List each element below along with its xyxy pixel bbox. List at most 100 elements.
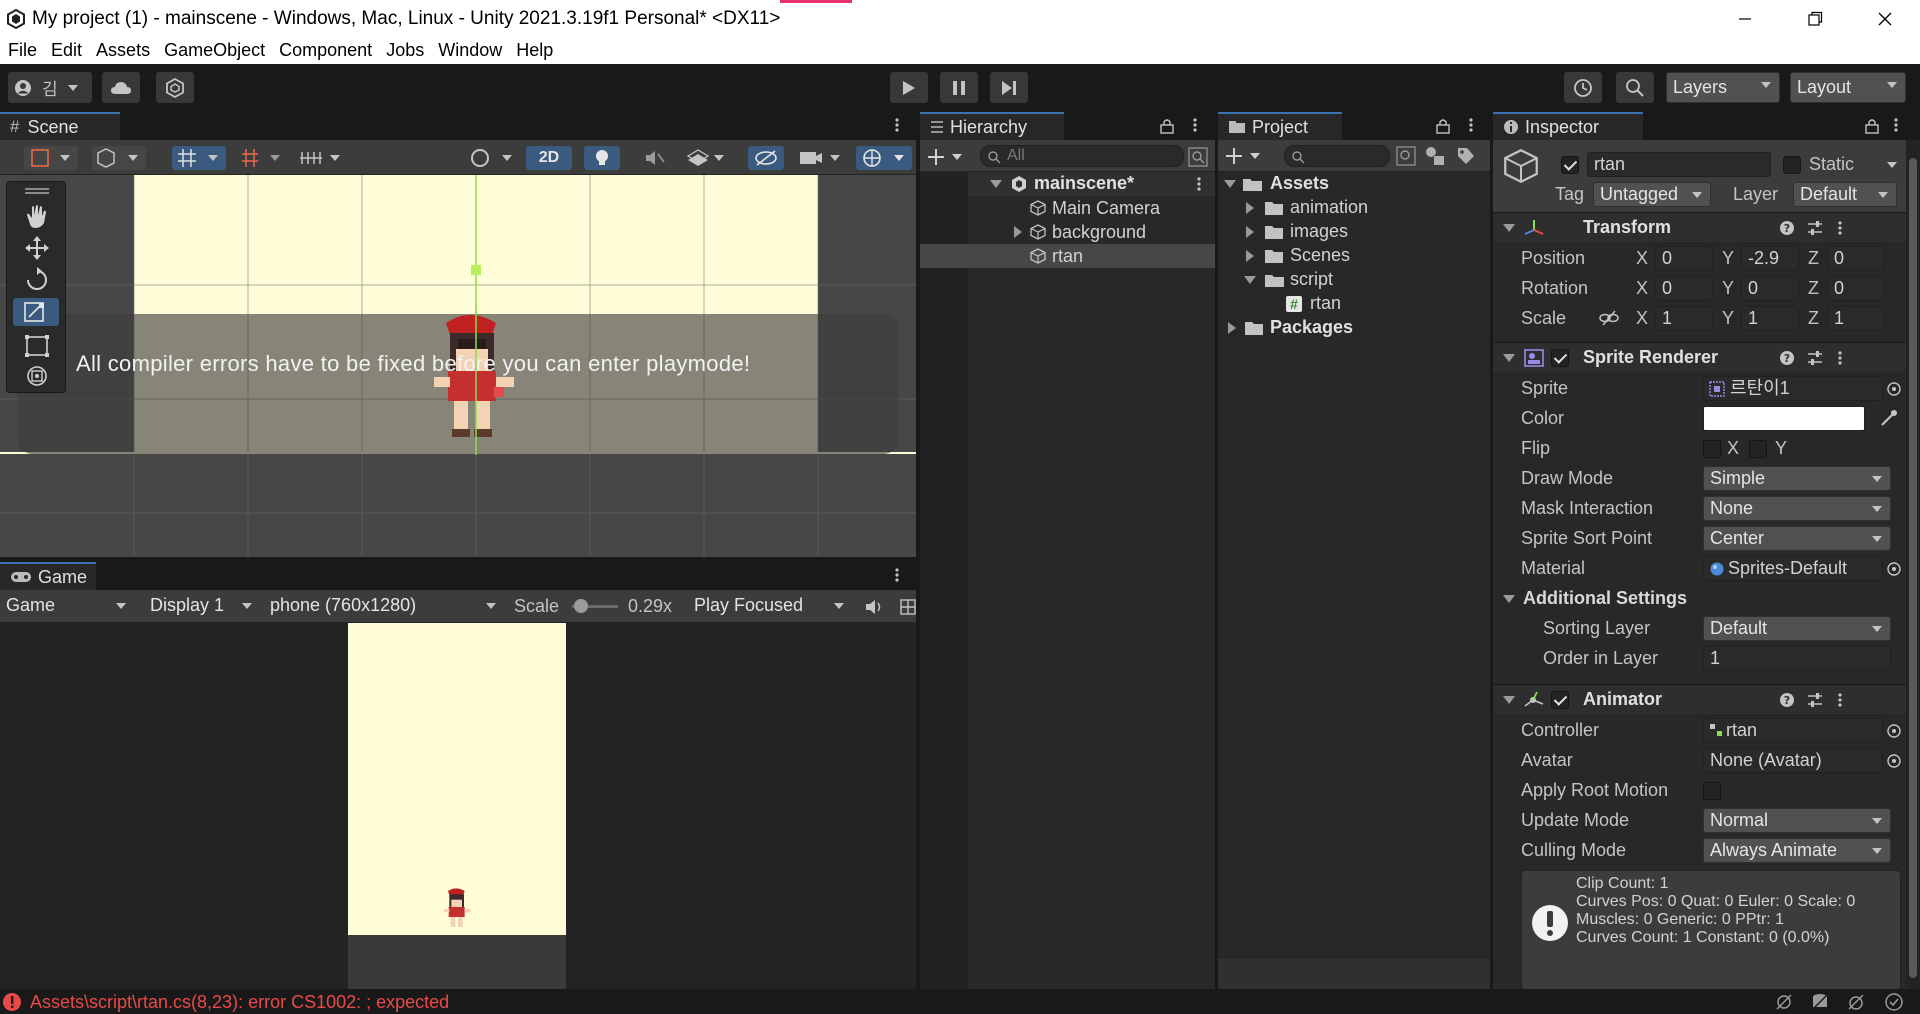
effects-toggle[interactable] [680, 146, 730, 170]
game-menu-icon[interactable] [894, 567, 900, 583]
play-focus-select[interactable]: Play Focused [688, 594, 852, 619]
hierarchy-item-main-camera[interactable]: Main Camera [968, 196, 1215, 220]
project-menu-icon[interactable] [1468, 117, 1474, 133]
shading-mode-button[interactable] [466, 146, 516, 170]
move-tool-icon[interactable] [21, 234, 53, 262]
inspector-scrollbar[interactable] [1906, 140, 1920, 989]
sprite-field[interactable]: 르탄이1 [1703, 376, 1883, 401]
audio-toggle[interactable] [636, 146, 672, 170]
object-name-input[interactable]: rtan [1587, 152, 1771, 177]
object-picker-icon[interactable] [1885, 722, 1903, 740]
static-dropdown-icon[interactable] [1887, 162, 1897, 168]
presets-icon[interactable] [1807, 350, 1823, 366]
packages-expand-icon[interactable] [1228, 322, 1236, 334]
lock-icon[interactable] [1160, 118, 1174, 134]
menu-gameobject[interactable]: GameObject [164, 40, 265, 61]
hierarchy-scene-row[interactable]: mainscene* [968, 172, 1215, 196]
rotation-x-field[interactable]: 0 [1655, 276, 1713, 301]
additional-settings-fold-icon[interactable] [1503, 595, 1515, 603]
eyedropper-icon[interactable] [1879, 408, 1899, 428]
increment-snap-button[interactable] [236, 146, 286, 170]
gizmo-pivot-button[interactable] [92, 146, 146, 170]
menu-edit[interactable]: Edit [51, 40, 82, 61]
project-file-rtan[interactable]: # rtan [1218, 292, 1490, 316]
culling-mode-dropdown[interactable]: Always Animate [1703, 838, 1891, 863]
project-search-box[interactable] [1284, 145, 1390, 167]
project-folder-script[interactable]: script [1218, 268, 1490, 292]
help-icon[interactable]: ? [1779, 350, 1795, 366]
rect-tool-icon[interactable] [21, 332, 53, 360]
animator-fold-icon[interactable] [1503, 696, 1515, 704]
images-expand-icon[interactable] [1246, 226, 1254, 238]
tab-scene[interactable]: # Scene [0, 112, 120, 140]
tab-hierarchy[interactable]: Hierarchy [920, 112, 1064, 140]
scale-slider-thumb[interactable] [574, 599, 588, 613]
rotate-tool-icon[interactable] [21, 266, 53, 294]
scale-tool-button[interactable] [13, 298, 59, 326]
animation-expand-icon[interactable] [1246, 202, 1254, 214]
animator-header[interactable]: Animator ? [1493, 684, 1906, 714]
hand-tool-icon[interactable] [21, 202, 53, 230]
grid-snap-button[interactable] [172, 146, 226, 170]
play-button[interactable] [890, 72, 928, 103]
tab-project[interactable]: Project [1218, 112, 1342, 140]
help-icon[interactable]: ? [1779, 692, 1795, 708]
scene-camera-button[interactable] [796, 146, 846, 170]
rotation-y-field[interactable]: 0 [1741, 276, 1799, 301]
project-assets-row[interactable]: Assets [1218, 172, 1490, 196]
filter-type-icon[interactable] [1424, 146, 1446, 166]
layer-dropdown[interactable]: Default [1793, 182, 1897, 207]
scene-fold-icon[interactable] [990, 180, 1002, 188]
object-active-checkbox[interactable] [1561, 156, 1579, 174]
search-by-type-icon[interactable] [1396, 146, 1416, 166]
background-expand-icon[interactable] [1014, 226, 1022, 238]
lighting-toggle[interactable] [584, 146, 620, 170]
static-checkbox[interactable] [1783, 156, 1801, 174]
menu-assets[interactable]: Assets [96, 40, 150, 61]
gizmos-button[interactable] [856, 146, 912, 170]
account-button[interactable]: 김 [8, 72, 92, 103]
tag-dropdown[interactable]: Untagged [1593, 182, 1711, 207]
menu-jobs[interactable]: Jobs [386, 40, 424, 61]
object-picker-icon[interactable] [1885, 560, 1903, 578]
sprite-sort-point-dropdown[interactable]: Center [1703, 526, 1891, 551]
lock-icon[interactable] [1865, 118, 1879, 134]
transform-fold-icon[interactable] [1503, 224, 1515, 232]
tab-game[interactable]: Game [0, 562, 96, 590]
hierarchy-item-rtan[interactable]: rtan [920, 244, 1215, 268]
scale-y-field[interactable]: 1 [1741, 306, 1799, 331]
object-picker-icon[interactable] [1885, 380, 1903, 398]
menu-component[interactable]: Component [279, 40, 372, 61]
scenes-expand-icon[interactable] [1246, 250, 1254, 262]
sprite-renderer-fold-icon[interactable] [1503, 354, 1515, 362]
scene-menu-icon[interactable] [894, 117, 900, 133]
controller-field[interactable]: rtan [1703, 718, 1883, 743]
rtan-sprite[interactable] [410, 305, 530, 455]
position-z-field[interactable]: 0 [1827, 246, 1885, 271]
transform-header[interactable]: Transform ? [1493, 212, 1906, 242]
presets-icon[interactable] [1807, 692, 1823, 708]
update-mode-dropdown[interactable]: Normal [1703, 808, 1891, 833]
inspector-menu-icon[interactable] [1893, 117, 1899, 133]
hierarchy-create-button[interactable] [926, 146, 968, 168]
lock-icon[interactable] [1436, 118, 1450, 134]
close-button[interactable] [1850, 0, 1920, 37]
sprite-renderer-enabled-checkbox[interactable] [1551, 349, 1569, 367]
debug-mode-icon[interactable] [1846, 992, 1866, 1012]
game-view-select[interactable]: Game [0, 594, 134, 619]
scale-x-field[interactable]: 1 [1655, 306, 1713, 331]
draw-mode-button[interactable] [24, 146, 78, 170]
auto-generate-lighting-icon[interactable] [1774, 992, 1794, 1012]
sprite-renderer-header[interactable]: Sprite Renderer ? [1493, 342, 1906, 372]
flip-y-checkbox[interactable] [1749, 440, 1767, 458]
minimize-button[interactable] [1710, 0, 1780, 37]
2d-toggle-button[interactable]: 2D [526, 146, 572, 170]
pause-button[interactable] [940, 72, 978, 103]
error-icon[interactable] [2, 992, 22, 1012]
position-x-field[interactable]: 0 [1655, 246, 1713, 271]
help-icon[interactable]: ? [1779, 220, 1795, 236]
restore-button[interactable] [1780, 0, 1850, 37]
link-off-icon[interactable] [1599, 310, 1619, 326]
cache-server-icon[interactable] [1810, 992, 1830, 1012]
ruler-button[interactable] [296, 146, 346, 170]
